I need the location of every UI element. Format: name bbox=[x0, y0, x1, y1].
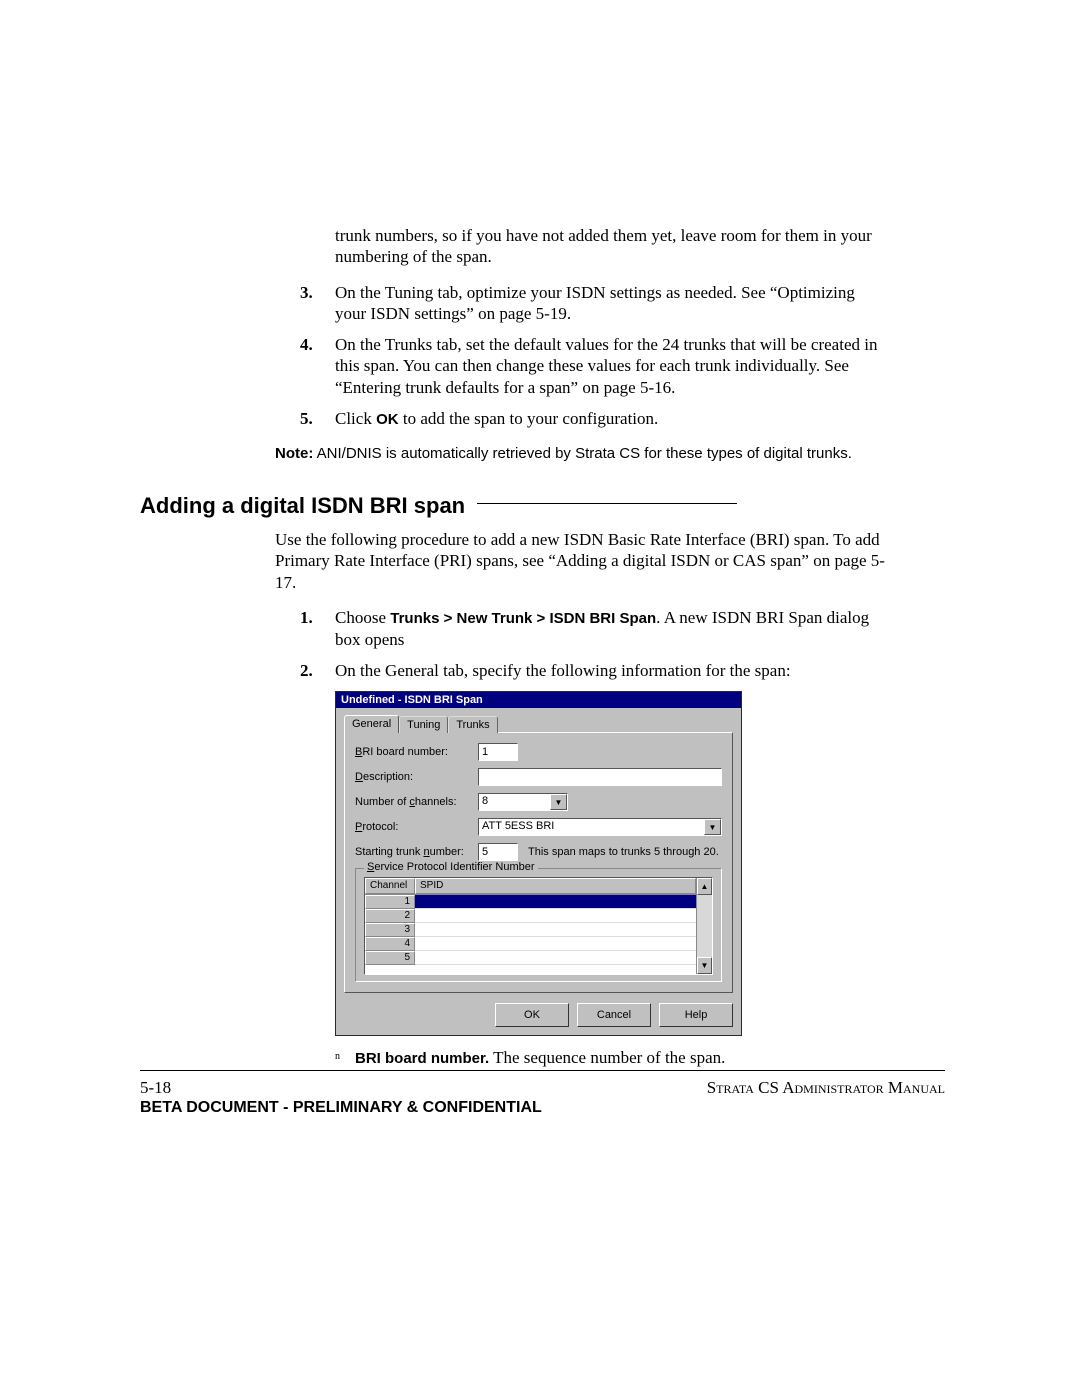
help-button[interactable]: Help bbox=[659, 1003, 733, 1027]
note-label: Note: bbox=[275, 445, 313, 462]
bullet-text: The sequence number of the span. bbox=[489, 1048, 725, 1067]
bullet-body: BRI board number. The sequence number of… bbox=[355, 1048, 725, 1068]
label-num-channels: Number of channels: bbox=[355, 796, 478, 808]
accel: B bbox=[355, 746, 362, 758]
note-text: ANI/DNIS is automatically retrieved by S… bbox=[313, 445, 852, 462]
protocol-combo[interactable]: ATT 5ESS BRI ▼ bbox=[478, 818, 722, 836]
grid-rows: 1 2 3 4 5 bbox=[365, 895, 696, 965]
manual-title: Strata CS Administrator Manual bbox=[707, 1077, 945, 1099]
tab-general[interactable]: General bbox=[344, 715, 399, 733]
menu-path: Trunks > New Trunk > ISDN BRI Span bbox=[390, 610, 656, 627]
bri-board-number-input[interactable] bbox=[478, 743, 518, 761]
fieldset-legend: Service Protocol Identifier Number bbox=[364, 861, 538, 873]
ok-bold: OK bbox=[376, 411, 399, 428]
text: to add the span to your configuration. bbox=[399, 409, 659, 428]
step-number: 2. bbox=[300, 660, 335, 681]
tab-tuning[interactable]: Tuning bbox=[399, 716, 448, 733]
cell-spid[interactable] bbox=[415, 951, 696, 965]
label-bri-board-number: BRI board number: bbox=[355, 746, 478, 758]
bri-board-bullet: n BRI board number. The sequence number … bbox=[335, 1048, 890, 1068]
step-5: 5. Click OK to add the span to your conf… bbox=[300, 408, 890, 430]
num-channels-combo[interactable]: 8 ▼ bbox=[478, 793, 568, 811]
spid-fieldset: Service Protocol Identifier Number Chann… bbox=[355, 868, 722, 982]
spid-grid[interactable]: Channel SPID 1 2 3 4 5 bbox=[364, 877, 713, 975]
label-description: Description: bbox=[355, 771, 478, 783]
tab-panel-general: BRI board number: Description: Number of… bbox=[344, 732, 733, 993]
combo-value: 8 bbox=[479, 794, 550, 810]
text: Choose bbox=[335, 608, 390, 627]
note-block: Note: ANI/DNIS is automatically retrieve… bbox=[275, 444, 890, 464]
maps-to-text: This span maps to trunks 5 through 20. bbox=[528, 846, 719, 858]
intro-paragraph: Use the following procedure to add a new… bbox=[275, 529, 890, 593]
accel: D bbox=[355, 771, 363, 783]
heading-text: Adding a digital ISDN BRI span bbox=[140, 493, 465, 518]
step-number: 1. bbox=[300, 607, 335, 650]
cell-spid[interactable] bbox=[415, 909, 696, 923]
confidential-notice: BETA DOCUMENT - PRELIMINARY & CONFIDENTI… bbox=[140, 1099, 945, 1117]
step-number: 5. bbox=[300, 408, 335, 430]
label-starting-trunk: Starting trunk number: bbox=[355, 846, 478, 858]
heading-rule bbox=[477, 503, 737, 504]
table-row[interactable]: 3 bbox=[365, 923, 696, 937]
step-body: Choose Trunks > New Trunk > ISDN BRI Spa… bbox=[335, 607, 890, 650]
bri-step-1: 1. Choose Trunks > New Trunk > ISDN BRI … bbox=[300, 607, 890, 650]
scroll-track[interactable] bbox=[697, 895, 712, 957]
cell-channel: 4 bbox=[365, 937, 415, 951]
isdn-bri-span-dialog: Undefined - ISDN BRI Span General Tuning… bbox=[335, 691, 742, 1036]
step-body: On the General tab, specify the followin… bbox=[335, 660, 890, 681]
starting-trunk-input[interactable] bbox=[478, 843, 518, 861]
step-body: On the Tuning tab, optimize your ISDN se… bbox=[335, 282, 890, 325]
chevron-down-icon[interactable]: ▼ bbox=[704, 819, 721, 835]
cell-spid[interactable] bbox=[415, 895, 696, 909]
col-channel[interactable]: Channel bbox=[365, 878, 415, 894]
cell-channel: 3 bbox=[365, 923, 415, 937]
page-footer: 5-18 Strata CS Administrator Manual BETA… bbox=[140, 1070, 945, 1117]
accel: c bbox=[409, 796, 415, 808]
table-row[interactable]: 4 bbox=[365, 937, 696, 951]
step-3: 3. On the Tuning tab, optimize your ISDN… bbox=[300, 282, 890, 325]
step-4: 4. On the Trunks tab, set the default va… bbox=[300, 334, 890, 398]
accel: n bbox=[423, 846, 429, 858]
description-input[interactable] bbox=[478, 768, 722, 786]
table-row[interactable]: 2 bbox=[365, 909, 696, 923]
scroll-down-icon[interactable]: ▼ bbox=[697, 957, 712, 974]
cell-channel: 1 bbox=[365, 895, 415, 909]
step-number: 3. bbox=[300, 282, 335, 325]
label-protocol: Protocol: bbox=[355, 821, 478, 833]
table-row[interactable]: 5 bbox=[365, 951, 696, 965]
section-heading: Adding a digital ISDN BRI span bbox=[140, 493, 890, 519]
cell-channel: 5 bbox=[365, 951, 415, 965]
col-spid[interactable]: SPID bbox=[415, 878, 696, 894]
step-body: Click OK to add the span to your configu… bbox=[335, 408, 890, 430]
accel: P bbox=[355, 821, 362, 833]
bri-step-2: 2. On the General tab, specify the follo… bbox=[300, 660, 890, 681]
footer-rule bbox=[140, 1070, 945, 1071]
cell-spid[interactable] bbox=[415, 937, 696, 951]
accel: S bbox=[367, 861, 374, 873]
table-row[interactable]: 1 bbox=[365, 895, 696, 909]
continuation-paragraph: trunk numbers, so if you have not added … bbox=[335, 225, 890, 268]
step-number: 4. bbox=[300, 334, 335, 398]
page-number: 5-18 bbox=[140, 1077, 171, 1099]
scrollbar[interactable]: ▲ ▼ bbox=[696, 878, 712, 974]
cell-channel: 2 bbox=[365, 909, 415, 923]
ok-button[interactable]: OK bbox=[495, 1003, 569, 1027]
cell-spid[interactable] bbox=[415, 923, 696, 937]
cancel-button[interactable]: Cancel bbox=[577, 1003, 651, 1027]
tab-trunks[interactable]: Trunks bbox=[448, 716, 497, 733]
tab-strip: General Tuning Trunks bbox=[344, 714, 733, 732]
text: Click bbox=[335, 409, 376, 428]
chevron-down-icon[interactable]: ▼ bbox=[550, 794, 567, 810]
bullet-bold: BRI board number. bbox=[355, 1050, 489, 1067]
combo-value: ATT 5ESS BRI bbox=[479, 819, 704, 835]
scroll-up-icon[interactable]: ▲ bbox=[697, 878, 712, 895]
step-body: On the Trunks tab, set the default value… bbox=[335, 334, 890, 398]
bullet-mark: n bbox=[335, 1048, 355, 1068]
dialog-titlebar: Undefined - ISDN BRI Span bbox=[336, 692, 741, 708]
